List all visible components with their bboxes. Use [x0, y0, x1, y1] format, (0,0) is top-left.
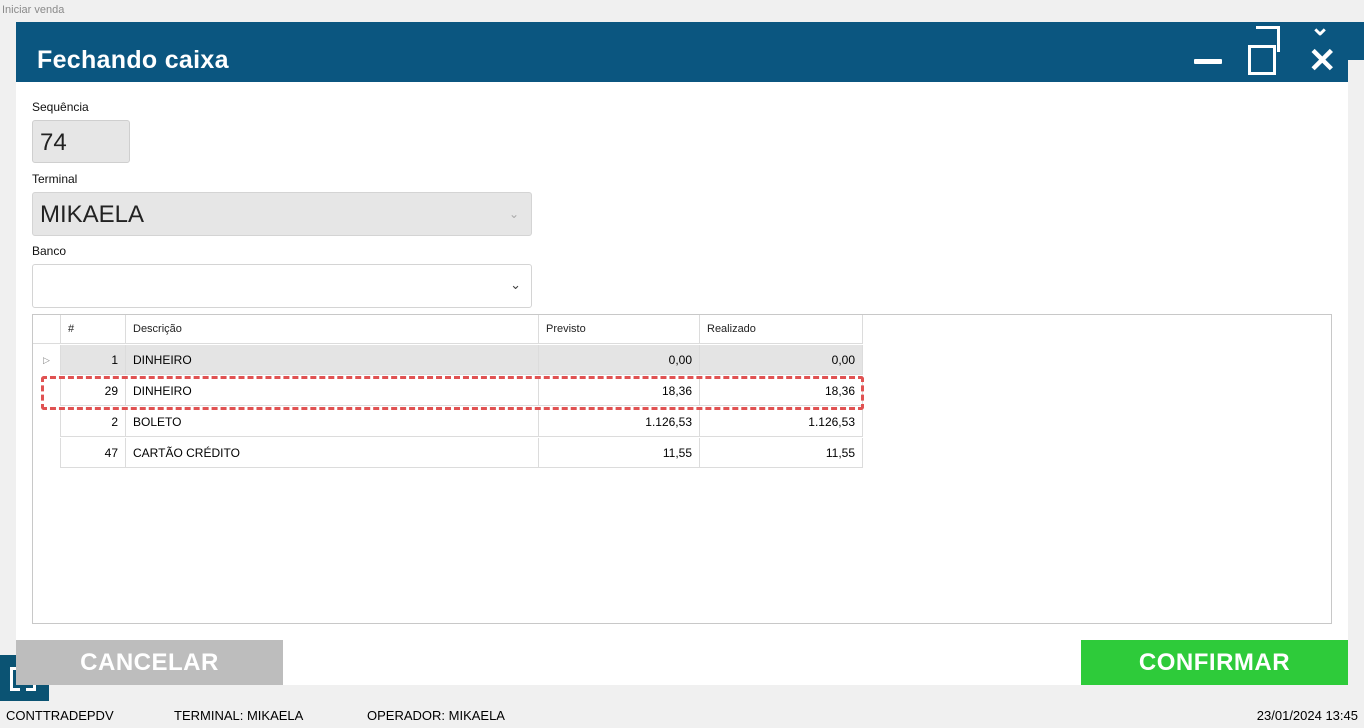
terminal-select: MIKAELA ⌄ — [32, 192, 532, 236]
background-titlebar — [1348, 22, 1364, 60]
cancel-button[interactable]: CANCELAR — [16, 640, 283, 685]
dialog-titlebar: Fechando caixa ⌄ ✕ — [16, 16, 1348, 82]
close-button[interactable]: ⌄ ✕ — [1306, 16, 1338, 79]
row-num: 47 — [61, 438, 126, 468]
sequencia-label: Sequência — [32, 100, 89, 114]
status-operator: OPERADOR: MIKAELA — [367, 708, 505, 723]
terminal-value: MIKAELA — [40, 201, 145, 228]
row-descricao: DINHEIRO — [126, 345, 539, 375]
column-header-descricao[interactable]: Descrição — [126, 315, 539, 344]
sequencia-field: 74 — [32, 120, 130, 163]
payments-grid: # Descrição Previsto Realizado ▷ 1 DINHE… — [32, 314, 1332, 624]
column-header-num[interactable]: # — [61, 315, 126, 344]
restore-button[interactable] — [1248, 26, 1284, 75]
row-realizado[interactable]: 18,36 — [700, 376, 863, 406]
row-num: 1 — [61, 345, 126, 375]
row-realizado[interactable]: 1.126,53 — [700, 407, 863, 437]
close-icon: ✕ — [1308, 42, 1337, 80]
row-previsto: 18,36 — [539, 376, 700, 406]
banco-label: Banco — [32, 244, 67, 258]
fechando-caixa-dialog: Fechando caixa ⌄ ✕ Sequência 74 Terminal… — [16, 16, 1348, 685]
row-num: 2 — [61, 407, 126, 437]
status-app-name: CONTTRADEPDV — [6, 708, 114, 723]
status-datetime: 23/01/2024 13:45 — [1256, 708, 1358, 723]
confirm-button[interactable]: CONFIRMAR — [1081, 640, 1348, 685]
background-window-title: Iniciar venda — [2, 4, 65, 16]
status-bar: CONTTRADEPDV TERMINAL: MIKAELA OPERADOR:… — [0, 704, 1364, 728]
terminal-label: Terminal — [32, 172, 78, 186]
status-terminal: TERMINAL: MIKAELA — [174, 708, 304, 723]
row-descricao: BOLETO — [126, 407, 539, 437]
chevron-down-icon: ⌄ — [510, 277, 521, 292]
row-descricao: CARTÃO CRÉDITO — [126, 438, 539, 468]
minimize-button[interactable] — [1194, 51, 1222, 69]
dialog-title: Fechando caixa — [37, 46, 229, 74]
row-previsto: 1.126,53 — [539, 407, 700, 437]
row-indicator-header — [33, 315, 61, 344]
chevron-down-icon: ⌄ — [1310, 14, 1331, 41]
row-previsto: 11,55 — [539, 438, 700, 468]
row-num: 29 — [61, 376, 126, 406]
column-header-realizado[interactable]: Realizado — [700, 315, 863, 344]
row-realizado[interactable]: 0,00 — [700, 345, 863, 375]
row-previsto: 0,00 — [539, 345, 700, 375]
row-realizado[interactable]: 11,55 — [700, 438, 863, 468]
banco-select[interactable]: ⌄ — [32, 264, 532, 308]
row-pointer-icon: ▷ — [33, 345, 61, 375]
chevron-down-icon: ⌄ — [508, 207, 519, 221]
column-header-previsto[interactable]: Previsto — [539, 315, 700, 344]
row-descricao: DINHEIRO — [126, 376, 539, 406]
minimize-icon — [1194, 59, 1222, 64]
